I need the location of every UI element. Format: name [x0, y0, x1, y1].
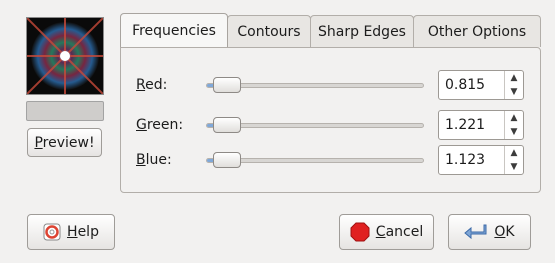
enter-arrow-icon — [464, 223, 488, 241]
tab-contours[interactable]: Contours — [227, 15, 311, 47]
tab-label: Frequencies — [132, 22, 216, 39]
decrement-icon[interactable]: ▼ — [505, 85, 523, 99]
blue-label-text: lue: — [145, 152, 172, 168]
tab-sharp-edges[interactable]: Sharp Edges — [310, 15, 414, 47]
decrement-icon[interactable]: ▼ — [505, 160, 523, 174]
red-slider[interactable] — [206, 77, 424, 93]
increment-icon[interactable]: ▲ — [505, 146, 523, 160]
decrement-icon[interactable]: ▼ — [505, 125, 523, 139]
blue-value[interactable]: 1.123 — [439, 146, 504, 174]
help-button-label: Help — [67, 224, 99, 240]
ok-button[interactable]: OK — [448, 214, 531, 250]
green-slider[interactable] — [206, 117, 424, 133]
increment-icon[interactable]: ▲ — [505, 71, 523, 85]
green-label: Green: — [136, 117, 184, 133]
red-label: Red: — [136, 77, 168, 93]
blue-spinbox[interactable]: 1.123 ▲ ▼ — [438, 145, 524, 175]
increment-icon[interactable]: ▲ — [505, 111, 523, 125]
tab-label: Other Options — [427, 23, 527, 40]
preview-image — [26, 17, 104, 95]
green-label-text: reen: — [146, 117, 184, 133]
preview-progress-bar — [26, 101, 104, 121]
help-icon — [43, 223, 61, 241]
green-spinbox[interactable]: 1.221 ▲ ▼ — [438, 110, 524, 140]
stop-icon — [350, 222, 370, 242]
green-slider-handle[interactable] — [213, 117, 241, 133]
tab-label: Sharp Edges — [318, 23, 406, 40]
tab-frequencies[interactable]: Frequencies — [120, 13, 228, 47]
red-slider-handle[interactable] — [213, 77, 241, 93]
red-label-text: ed: — [145, 77, 168, 93]
red-spinbox[interactable]: 0.815 ▲ ▼ — [438, 70, 524, 100]
tab-other-options[interactable]: Other Options — [413, 15, 541, 47]
preview-button[interactable]: Preview! — [27, 128, 102, 157]
tab-bar: Frequencies Contours Sharp Edges Other O… — [120, 13, 541, 47]
ok-button-label: OK — [494, 224, 515, 240]
blue-slider-handle[interactable] — [213, 152, 241, 168]
red-value[interactable]: 0.815 — [439, 71, 504, 99]
green-value[interactable]: 1.221 — [439, 111, 504, 139]
help-button[interactable]: Help — [27, 214, 115, 250]
cancel-button-label: Cancel — [375, 224, 424, 240]
cancel-button[interactable]: Cancel — [339, 214, 434, 250]
tab-label: Contours — [237, 23, 301, 40]
preview-button-label: Preview! — [34, 134, 95, 151]
blue-label: Blue: — [136, 152, 172, 168]
blue-slider[interactable] — [206, 152, 424, 168]
